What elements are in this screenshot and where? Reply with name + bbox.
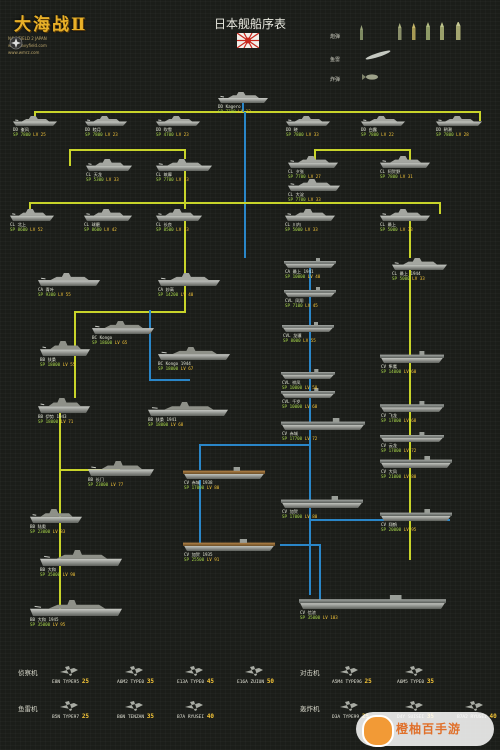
watermark-text: 橙柚百手游 bbox=[396, 722, 462, 736]
plane-level: 35 bbox=[146, 678, 155, 685]
plane-name: E8N TYPE95 bbox=[52, 680, 82, 685]
plane-name: A6M5 TYPE0 bbox=[397, 680, 427, 685]
plane-icon bbox=[185, 666, 203, 676]
plane-icon bbox=[185, 701, 203, 711]
plane-icon bbox=[60, 666, 78, 676]
plane-icon bbox=[405, 666, 423, 676]
plane-level: 25 bbox=[81, 713, 90, 720]
plane-name: A6M2 TYPE0 bbox=[117, 680, 147, 685]
plane-icon bbox=[125, 666, 143, 676]
plane-level: 45 bbox=[206, 678, 215, 685]
plane-name: B5N TYPE97 bbox=[52, 715, 82, 720]
plane-icon bbox=[125, 701, 143, 711]
plane-icon bbox=[340, 701, 358, 711]
plane-name: E13A TYPE0 bbox=[177, 680, 207, 685]
site-watermark: 橙柚百手游 bbox=[356, 712, 494, 747]
plane-level: 35 bbox=[146, 713, 155, 720]
plane-label: A5M4 TYPE96 25 bbox=[332, 678, 372, 685]
plane-label: A6M2 TYPE0 35 bbox=[117, 678, 154, 685]
plane-label: E16A ZUIUN 50 bbox=[237, 678, 274, 685]
plane-label: B7A RYUSEI 40 bbox=[177, 713, 214, 720]
plane-icon bbox=[60, 701, 78, 711]
plane-label: A6M5 TYPE0 35 bbox=[397, 678, 434, 685]
plane-label: E13A TYPE0 45 bbox=[177, 678, 214, 685]
plane-icon bbox=[245, 666, 263, 676]
plane-label: E8N TYPE95 25 bbox=[52, 678, 89, 685]
plane-name: A5M4 TYPE96 bbox=[332, 680, 365, 685]
plane-label: B5N TYPE97 25 bbox=[52, 713, 89, 720]
plane-icons bbox=[60, 666, 483, 711]
plane-icon bbox=[405, 701, 423, 711]
plane-name: E16A ZUIUN bbox=[237, 680, 267, 685]
plane-name: D3A TYPE99 bbox=[332, 715, 362, 720]
plane-level: 40 bbox=[206, 713, 215, 720]
plane-name: B6N TENZAN bbox=[117, 715, 147, 720]
plane-level: 25 bbox=[81, 678, 90, 685]
plane-level: 35 bbox=[426, 678, 435, 685]
plane-label: B6N TENZAN 35 bbox=[117, 713, 154, 720]
plane-icon bbox=[340, 666, 358, 676]
plane-level: 50 bbox=[266, 678, 275, 685]
plane-level: 25 bbox=[364, 678, 372, 685]
plane-icon bbox=[465, 701, 483, 711]
mascot-badge-icon bbox=[362, 715, 394, 747]
plane-name: B7A RYUSEI bbox=[177, 715, 207, 720]
